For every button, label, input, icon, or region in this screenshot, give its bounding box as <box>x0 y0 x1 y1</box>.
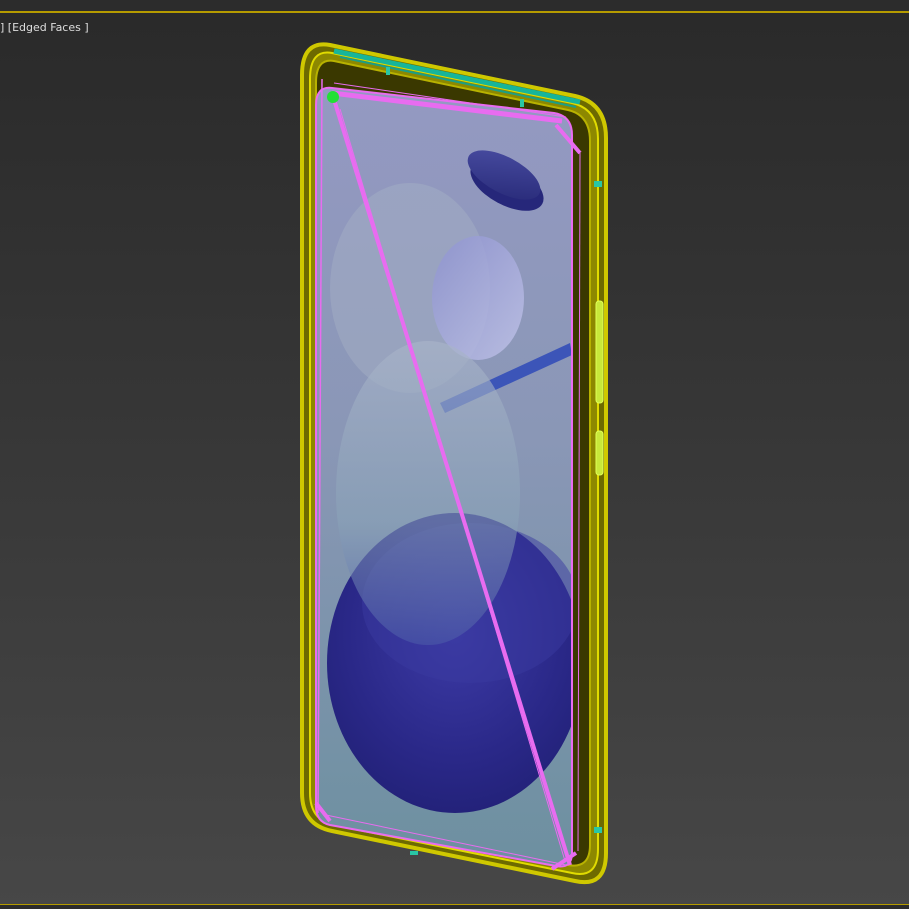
lens-sphere <box>432 236 524 360</box>
glass-disc-middle <box>336 341 520 645</box>
selected-vertex[interactable] <box>327 91 339 103</box>
viewport-bottom-strip <box>0 905 909 909</box>
3d-viewport-window: ] [Edged Faces ] <box>0 0 909 909</box>
phone-3d-model[interactable] <box>0 13 909 907</box>
perspective-viewport[interactable]: ] [Edged Faces ] <box>0 11 909 907</box>
